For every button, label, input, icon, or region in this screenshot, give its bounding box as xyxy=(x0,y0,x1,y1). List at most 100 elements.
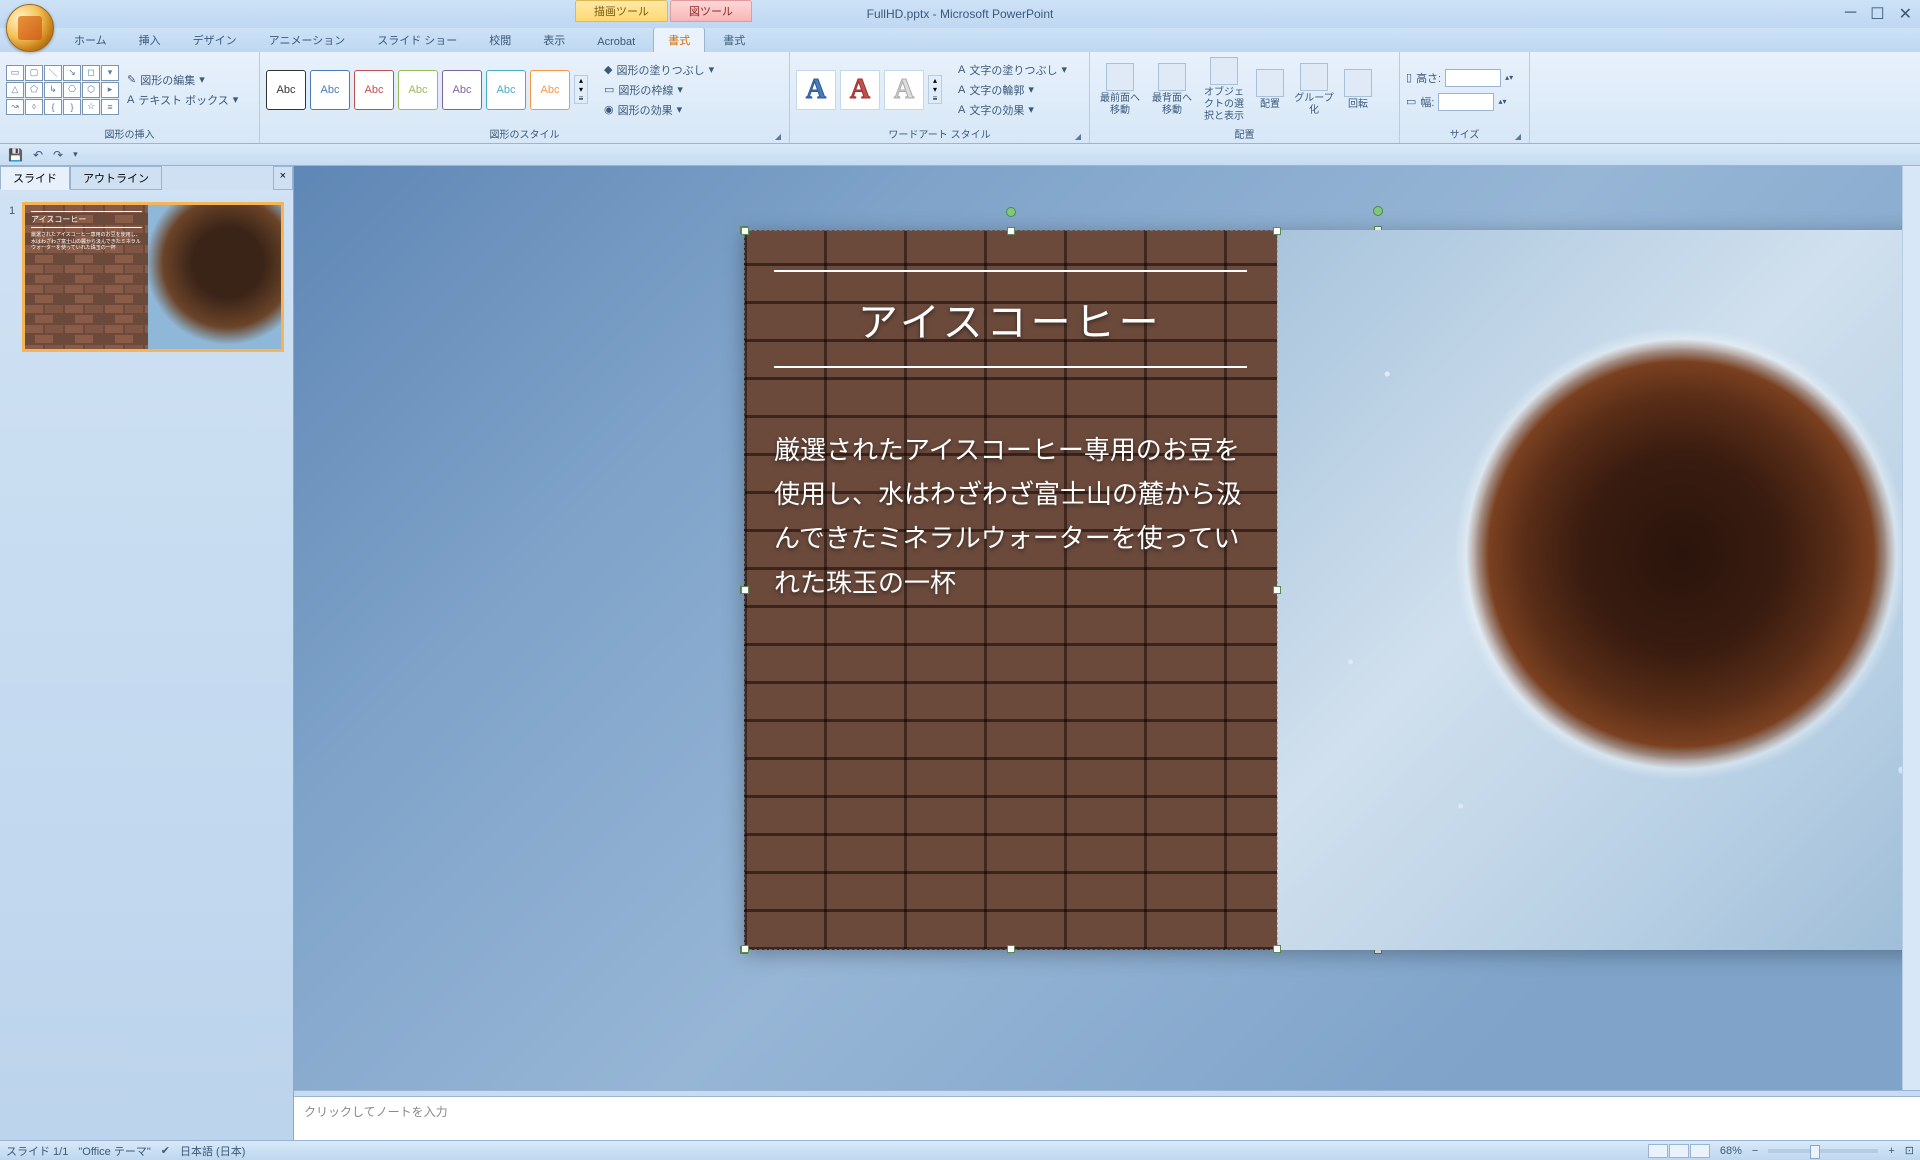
shape-style-5[interactable]: Abc xyxy=(442,70,482,110)
redo-icon[interactable]: ↷ xyxy=(53,148,63,162)
zoom-out-button[interactable]: − xyxy=(1752,1145,1758,1157)
wordart-style-3[interactable]: A xyxy=(884,70,924,110)
selection-textbox[interactable] xyxy=(744,230,1278,950)
view-slideshow-button[interactable] xyxy=(1690,1144,1710,1158)
spellcheck-icon[interactable]: ✔ xyxy=(161,1144,170,1157)
thumb-body: 厳選されたアイスコーヒー専用のお豆を使用し、水はわざわざ富士山の麓から汲んできた… xyxy=(31,232,142,252)
width-input[interactable] xyxy=(1438,93,1494,111)
shapes-gallery[interactable]: ▭▢＼↘◻▾ △⬠↳⎔⬡▸ ↝⬨{}☆≡ xyxy=(6,65,119,115)
spinner-icon[interactable]: ▴▾ xyxy=(1505,73,1513,82)
office-button[interactable] xyxy=(6,4,54,52)
gallery-down-icon[interactable]: ▾ xyxy=(575,85,587,94)
shape-style-6[interactable]: Abc xyxy=(486,70,526,110)
quick-access-toolbar: 💾 ↶ ↷ ▾ xyxy=(0,144,1920,166)
maximize-button[interactable]: ☐ xyxy=(1870,4,1884,24)
dialog-launcher-icon[interactable]: ◢ xyxy=(1075,132,1081,141)
wordart-gallery[interactable]: A A A xyxy=(796,70,924,110)
slide-thumbnail-1[interactable]: 1 アイスコーヒー 厳選されたアイスコーヒー専用のお豆を使用し、水はわざわざ富士… xyxy=(22,202,284,352)
rotate-icon xyxy=(1344,69,1372,97)
wordart-style-1[interactable]: A xyxy=(796,70,836,110)
zoom-in-button[interactable]: + xyxy=(1888,1145,1894,1157)
edit-shape-button[interactable]: ✎図形の編集 ▾ xyxy=(123,71,242,89)
panel-tab-slides[interactable]: スライド xyxy=(0,166,70,190)
group-label-arrange: 配置 xyxy=(1096,125,1393,143)
align-button[interactable]: 配置 xyxy=(1252,57,1288,123)
gallery-up-icon[interactable]: ▴ xyxy=(575,76,587,85)
bring-to-front-button[interactable]: 最前面へ移動 xyxy=(1096,57,1144,123)
tab-insert[interactable]: 挿入 xyxy=(125,28,175,52)
text-box-icon: A xyxy=(127,94,134,106)
panel-close-icon[interactable]: × xyxy=(273,166,293,190)
rotate-button[interactable]: 回転 xyxy=(1340,57,1376,123)
zoom-slider[interactable] xyxy=(1768,1149,1878,1153)
shape-styles-gallery[interactable]: Abc Abc Abc Abc Abc Abc Abc xyxy=(266,70,570,110)
view-normal-button[interactable] xyxy=(1648,1144,1668,1158)
dialog-launcher-icon[interactable]: ◢ xyxy=(775,132,781,141)
group-icon xyxy=(1300,63,1328,91)
close-button[interactable]: ✕ xyxy=(1899,4,1912,24)
shape-fill-button[interactable]: ◆図形の塗りつぶし ▾ xyxy=(600,61,718,79)
contextual-tab-drawing-tools[interactable]: 描画ツール xyxy=(575,0,668,22)
fit-window-button[interactable]: ⊡ xyxy=(1905,1144,1914,1157)
notes-pane[interactable]: クリックしてノートを入力 xyxy=(294,1096,1920,1140)
tab-acrobat[interactable]: Acrobat xyxy=(583,32,649,52)
tab-view[interactable]: 表示 xyxy=(529,28,579,52)
vertical-scrollbar[interactable] xyxy=(1902,166,1920,1090)
group-label-size: サイズ◢ xyxy=(1406,125,1523,143)
wa-gallery-more-icon[interactable]: ≡ xyxy=(929,94,941,103)
ribbon-tabs: ホーム 挿入 デザイン アニメーション スライド ショー 校閲 表示 Acrob… xyxy=(0,28,1920,52)
text-outline-button[interactable]: A文字の輪郭 ▾ xyxy=(954,81,1071,99)
save-icon[interactable]: 💾 xyxy=(8,148,23,162)
height-input[interactable] xyxy=(1445,69,1501,87)
window-title: FullHD.pptx - Microsoft PowerPoint xyxy=(867,7,1054,21)
shape-effects-button[interactable]: ◉図形の効果 ▾ xyxy=(600,101,718,119)
group-label-wordart: ワードアート スタイル◢ xyxy=(796,125,1083,143)
send-back-icon xyxy=(1158,63,1186,91)
gallery-more-icon[interactable]: ≡ xyxy=(575,94,587,103)
coffee-image[interactable] xyxy=(1277,230,1920,950)
panel-tab-outline[interactable]: アウトライン xyxy=(70,166,162,190)
shape-style-7[interactable]: Abc xyxy=(530,70,570,110)
shape-style-2[interactable]: Abc xyxy=(310,70,350,110)
tab-design[interactable]: デザイン xyxy=(179,28,251,52)
spinner-icon[interactable]: ▴▾ xyxy=(1498,97,1506,106)
rotation-handle-icon[interactable] xyxy=(1373,206,1383,216)
contextual-tab-picture-tools[interactable]: 図ツール xyxy=(670,0,752,22)
group-label-shape-styles: 図形のスタイル◢ xyxy=(266,125,783,143)
status-language[interactable]: 日本語 (日本) xyxy=(180,1143,245,1159)
status-theme: "Office テーマ" xyxy=(78,1143,150,1159)
undo-icon[interactable]: ↶ xyxy=(33,148,43,162)
shape-style-3[interactable]: Abc xyxy=(354,70,394,110)
zoom-level[interactable]: 68% xyxy=(1720,1145,1742,1157)
selection-pane-icon xyxy=(1210,57,1238,85)
align-icon xyxy=(1256,69,1284,97)
qat-customize-icon[interactable]: ▾ xyxy=(73,149,78,160)
selection-pane-button[interactable]: オブジェクトの選択と表示 xyxy=(1200,57,1248,123)
shape-style-1[interactable]: Abc xyxy=(266,70,306,110)
rotation-handle-icon[interactable] xyxy=(1006,207,1016,217)
wa-gallery-up-icon[interactable]: ▴ xyxy=(929,76,941,85)
shape-style-4[interactable]: Abc xyxy=(398,70,438,110)
group-button[interactable]: グループ化 xyxy=(1292,57,1336,123)
tab-format-picture[interactable]: 書式 xyxy=(709,28,759,52)
shape-outline-button[interactable]: ▭図形の枠線 ▾ xyxy=(600,81,718,99)
tab-animations[interactable]: アニメーション xyxy=(255,28,360,52)
tab-format-drawing[interactable]: 書式 xyxy=(653,27,705,52)
text-effects-button[interactable]: A文字の効果 ▾ xyxy=(954,101,1071,119)
tab-home[interactable]: ホーム xyxy=(60,28,121,52)
tab-slideshow[interactable]: スライド ショー xyxy=(363,28,471,52)
send-to-back-button[interactable]: 最背面へ移動 xyxy=(1148,57,1196,123)
ribbon: ▭▢＼↘◻▾ △⬠↳⎔⬡▸ ↝⬨{}☆≡ ✎図形の編集 ▾ Aテキスト ボックス… xyxy=(0,52,1920,144)
dialog-launcher-icon[interactable]: ◢ xyxy=(1515,132,1521,141)
text-fill-button[interactable]: A文字の塗りつぶし ▾ xyxy=(954,61,1071,79)
tab-review[interactable]: 校閲 xyxy=(475,28,525,52)
effects-icon: ◉ xyxy=(604,103,614,116)
wa-gallery-down-icon[interactable]: ▾ xyxy=(929,85,941,94)
view-sorter-button[interactable] xyxy=(1669,1144,1689,1158)
workspace: スライド アウトライン × 1 アイスコーヒー 厳選されたアイスコーヒー専用のお… xyxy=(0,166,1920,1140)
text-box-button[interactable]: Aテキスト ボックス ▾ xyxy=(123,91,242,109)
wordart-style-2[interactable]: A xyxy=(840,70,880,110)
height-icon: ▯ xyxy=(1406,71,1412,84)
minimize-button[interactable]: ─ xyxy=(1845,4,1856,24)
slide-editor[interactable]: アイスコーヒー 厳選されたアイスコーヒー専用のお豆を使用し、水はわざわざ富士山の… xyxy=(294,166,1920,1140)
